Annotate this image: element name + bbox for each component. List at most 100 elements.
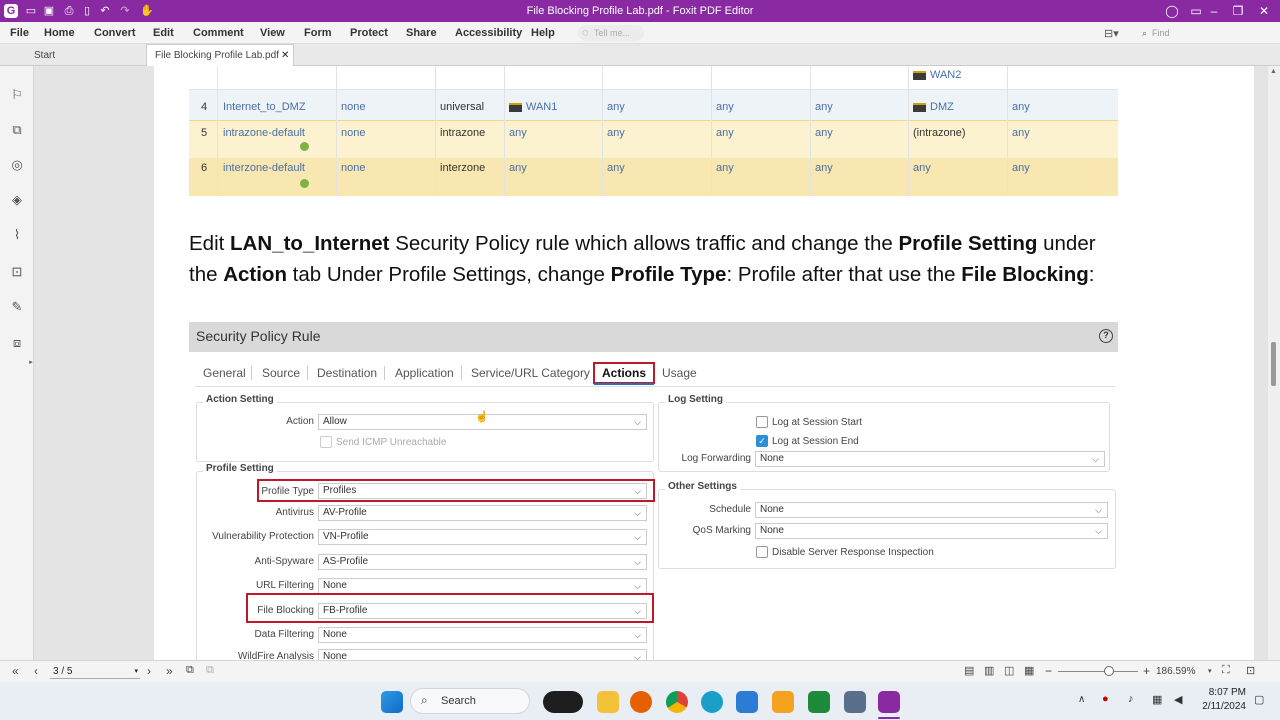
zoom-slider-thumb[interactable] [1104,666,1114,676]
next-page-icon[interactable]: › [147,664,151,678]
edge-icon[interactable] [701,691,723,713]
media-icon[interactable] [808,691,830,713]
security-icon[interactable]: ⊡ [8,263,26,281]
start-button-icon[interactable] [381,691,403,713]
single-page-icon[interactable]: ▤ [964,664,974,677]
help-icon: ? [1099,329,1113,343]
app-icon[interactable] [772,691,794,713]
comments-icon[interactable]: ◎ [8,156,26,174]
facing-icon[interactable]: ◫ [1004,664,1014,677]
action-setting-box [196,402,654,462]
find-input[interactable]: Find [1140,25,1270,41]
account-icon[interactable]: ◯ [1164,3,1180,19]
scrollbar-thumb[interactable] [1271,342,1276,386]
disable-sri-checkbox [756,546,768,558]
fullscreen-icon[interactable]: ⊡ [1246,664,1255,677]
menu-form[interactable]: Form [304,27,332,39]
status-dot-icon [300,179,309,188]
url-filtering-select: None ⌵ [318,578,647,594]
search-options-icon[interactable]: ⊟▾ [1104,27,1119,40]
network-icon[interactable]: ▦ [1152,693,1162,706]
menu-view[interactable]: View [260,27,285,39]
minimize-icon[interactable]: – [1206,3,1222,19]
network-app-icon[interactable] [844,691,866,713]
copilot-icon[interactable] [543,691,583,713]
tray-app-icon[interactable]: ● [1102,693,1109,705]
zone-flag-icon [913,102,926,112]
fit-page-icon[interactable]: ⛶ [1222,664,1230,677]
status-dot-icon [300,142,309,151]
view-icon[interactable]: ⧉ [186,664,194,677]
action-setting-title: Action Setting [203,394,277,405]
bookmark-icon[interactable]: ⚐ [8,86,26,104]
tab-document[interactable]: File Blocking Profile Lab.pdf ✕ [146,44,294,66]
zone-flag-icon [509,102,522,112]
menu-home[interactable]: Home [44,27,75,39]
other-settings-title: Other Settings [665,481,740,492]
collapse-ribbon-icon[interactable]: ▭ [1188,3,1204,19]
zoom-level[interactable]: 186.59% [1156,666,1195,677]
menu-share[interactable]: Share [406,27,437,39]
tab-document-label: File Blocking Profile Lab.pdf [155,50,279,61]
cover-icon[interactable]: ▦ [1024,664,1034,677]
document-tabs: Start File Blocking Profile Lab.pdf ✕ [0,44,1280,66]
panel-header: Security Policy Rule ? [189,322,1118,352]
clock-time[interactable]: 8:07 PM [1202,687,1246,698]
highlight-profile-type [257,479,655,502]
foxit-taskbar-icon[interactable] [878,691,900,713]
profile-setting-title: Profile Setting [203,463,277,474]
chrome-icon[interactable] [666,691,688,713]
vertical-scrollbar[interactable]: ▲ [1268,66,1280,660]
window-title: File Blocking Profile Lab.pdf - Foxit PD… [526,5,754,17]
notifications-icon[interactable]: ▢ [1254,693,1264,706]
restore-icon[interactable]: ❐ [1230,3,1246,19]
zoom-dropdown-icon[interactable]: ▾ [1208,667,1212,675]
menu-file[interactable]: File [10,27,29,39]
zoom-in-icon[interactable]: + [1143,664,1150,678]
hand-cursor-icon: ☝ [475,411,489,423]
clock-date[interactable]: 2/11/2024 [1198,701,1246,712]
status-bar: « ‹ 3 / 5 ▾ › » ⧉ ⧉ ▤ ▥ ◫ ▦ − + 186.59% ▾… [0,660,1280,682]
continuous-icon[interactable]: ▥ [984,664,994,677]
tab-close-icon[interactable]: ✕ [281,50,289,61]
first-page-icon[interactable]: « [12,664,19,678]
volume-icon[interactable]: ◀ [1174,693,1182,706]
table-row: 6 interzone-default none interzone any a… [189,158,1118,196]
zoom-out-icon[interactable]: − [1045,664,1052,678]
instruction-paragraph: Edit LAN_to_Internet Security Policy rul… [189,232,1096,286]
send-icmp-label: Send ICMP Unreachable [336,437,447,448]
log-end-checkbox: ✓ [756,435,768,447]
tab-start[interactable]: Start [34,50,55,61]
pdf-page: WAN2 4 Internet_to_DMZ none universal WA… [154,66,1254,660]
menu-convert[interactable]: Convert [94,27,136,39]
document-viewport: WAN2 4 Internet_to_DMZ none universal WA… [34,66,1268,660]
menu-accessibility[interactable]: Accessibility [455,27,522,39]
previous-page-icon[interactable]: ‹ [34,664,38,678]
attachments-icon[interactable]: ⌇ [8,226,26,244]
menu-edit[interactable]: Edit [153,27,174,39]
last-page-icon[interactable]: » [166,664,173,678]
close-icon[interactable]: ✕ [1256,3,1272,19]
zoom-slider[interactable] [1058,671,1138,672]
signature-icon[interactable]: ✎ [8,298,26,316]
table-row: WAN2 [189,66,1118,90]
firefox-icon[interactable] [630,691,652,713]
outlook-icon[interactable] [736,691,758,713]
view-alt-icon[interactable]: ⧉ [206,664,214,677]
highlight-file-blocking [246,593,654,623]
taskbar-search[interactable]: ⌕ Search [410,688,530,714]
action-label: Action [286,416,314,427]
menu-protect[interactable]: Protect [350,27,388,39]
tab-destination: Destination [317,366,378,380]
tray-chevron-icon[interactable]: ∧ [1078,694,1085,705]
file-explorer-icon[interactable] [597,691,619,713]
layers-icon[interactable]: ◈ [8,191,26,209]
menu-comment[interactable]: Comment [193,27,244,39]
table-row: 4 Internet_to_DMZ none universal WAN1 an… [189,90,1118,120]
page-number-input[interactable]: 3 / 5 ▾ [50,664,140,679]
pages-icon[interactable]: ⧉ [8,121,26,139]
content-icon[interactable]: ⧈ [8,334,26,352]
antivirus-select: AV-Profile ⌵ [318,505,647,521]
menu-help[interactable]: Help [531,27,555,39]
microphone-icon[interactable]: ♪ [1128,693,1134,705]
